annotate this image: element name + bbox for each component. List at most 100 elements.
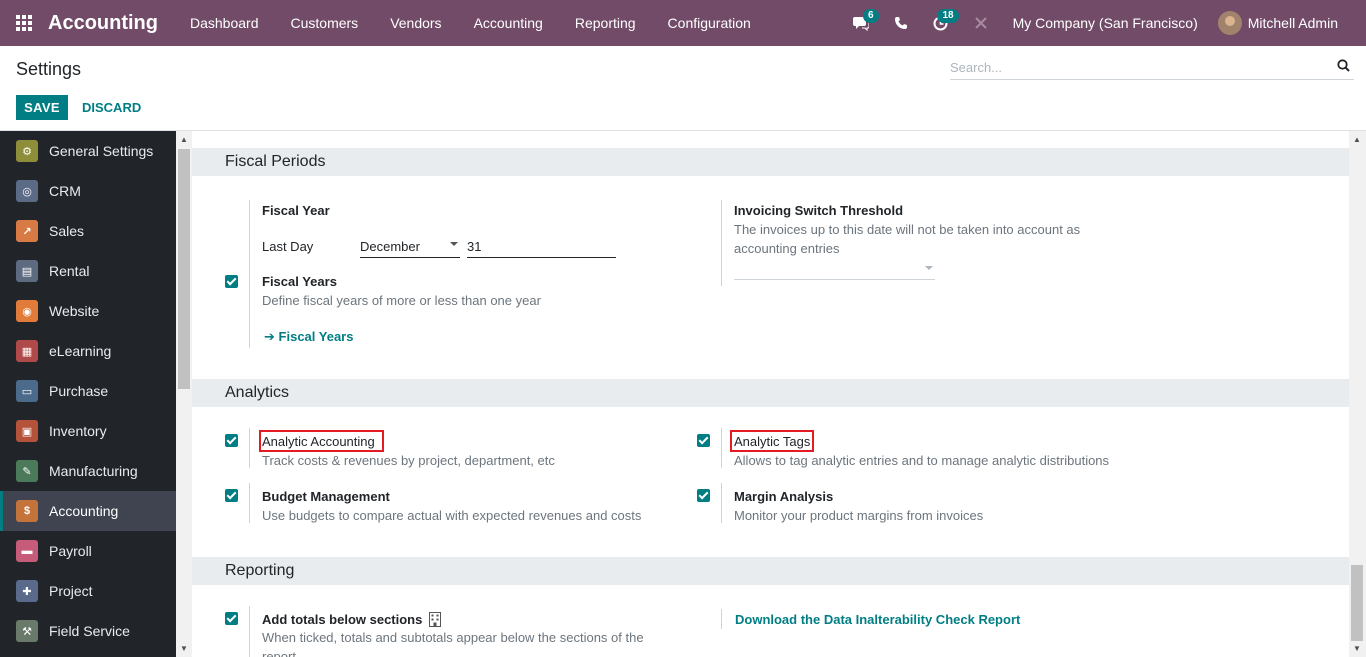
page-title: Settings [16, 59, 82, 79]
control-panel: Settings SAVE DISCARD [0, 46, 1366, 131]
scroll-up-icon[interactable]: ▲ [180, 135, 188, 144]
totals-below-sections-checkbox[interactable] [225, 612, 238, 625]
threshold-desc: The invoices up to this date will not be… [734, 222, 1081, 256]
sidebar-item-elearning[interactable]: ▦ eLearning [0, 331, 176, 371]
menu-dashboard[interactable]: Dashboard [174, 0, 275, 46]
user-menu[interactable]: Mitchell Admin [1217, 11, 1366, 35]
scrollbar-thumb[interactable] [178, 149, 190, 389]
fiscal-years-link[interactable]: ➔ Fiscal Years [264, 329, 353, 345]
analytic-accounting-checkbox[interactable] [225, 434, 238, 447]
project-app-icon: ✚ [16, 580, 38, 602]
divider [721, 200, 722, 286]
analytic-tags-checkbox[interactable] [697, 434, 710, 447]
analytic-accounting-desc: Track costs & revenues by project, depar… [262, 453, 555, 468]
menu-vendors[interactable]: Vendors [374, 0, 457, 46]
sidebar-item-accounting[interactable]: $ Accounting [0, 491, 176, 531]
menu-configuration[interactable]: Configuration [652, 0, 767, 46]
threshold-title: Invoicing Switch Threshold [734, 203, 904, 218]
section-header-analytics: Analytics [192, 379, 1349, 407]
scroll-down-icon[interactable]: ▼ [1353, 644, 1361, 653]
messages-icon[interactable]: 6 [841, 0, 881, 46]
budget-management-title: Budget Management [262, 489, 390, 504]
divider [249, 428, 250, 468]
inventory-app-icon: ▣ [16, 420, 38, 442]
sidebar-item-label: eLearning [49, 343, 112, 359]
discard-button[interactable]: DISCARD [76, 95, 147, 120]
search-icon[interactable] [1337, 59, 1350, 75]
sidebar-item-sales[interactable]: ↗ Sales [0, 211, 176, 251]
payroll-app-icon: ▬ [16, 540, 38, 562]
content-scrollbar[interactable]: ▲ ▼ [1349, 131, 1366, 657]
website-app-icon: ◉ [16, 300, 38, 322]
apps-menu-icon[interactable] [0, 0, 48, 46]
sidebar-item-label: Field Service [49, 623, 130, 639]
company-switcher[interactable]: My Company (San Francisco) [1001, 15, 1218, 31]
day-value: 31 [467, 239, 482, 254]
user-name: Mitchell Admin [1247, 15, 1338, 31]
arrow-right-icon: ➔ [264, 329, 275, 344]
avatar [1217, 11, 1242, 35]
sidebar-item-label: Payroll [49, 543, 92, 559]
accounting-app-icon: $ [16, 500, 38, 522]
threshold-date-input[interactable] [734, 261, 935, 280]
divider [721, 609, 722, 629]
activities-badge: 18 [937, 9, 959, 23]
sidebar-item-label: Manufacturing [49, 463, 138, 479]
sidebar-item-label: Sales [49, 223, 85, 239]
sidebar-item-label: Rental [49, 263, 90, 279]
download-inalterability-report-link[interactable]: Download the Data Inalterability Check R… [735, 612, 1020, 627]
menu-customers[interactable]: Customers [275, 0, 375, 46]
analytic-tags-desc: Allows to tag analytic entries and to ma… [734, 453, 1110, 468]
sidebar-item-crm[interactable]: ◎ CRM [0, 171, 176, 211]
divider [249, 606, 250, 657]
fiscal-years-checkbox[interactable] [225, 275, 238, 288]
activities-icon[interactable]: 18 [921, 0, 961, 46]
sidebar-item-label: CRM [49, 183, 81, 199]
settings-sidebar: ⚙ General Settings ◎ CRM ↗ Sales ▤ Rental ◉ Websi… [0, 131, 176, 657]
sidebar-item-inventory[interactable]: ▣ Inventory [0, 411, 176, 451]
divider [249, 200, 250, 348]
top-navbar: Accounting Dashboard Customers Vendors A… [0, 0, 1366, 46]
general-settings-app-icon: ⚙ [16, 140, 38, 162]
last-day-input[interactable]: 31 [467, 237, 616, 258]
totals-below-sections-desc: When ticked, totals and subtotals appear… [262, 630, 644, 657]
highlight-box [730, 430, 814, 452]
sidebar-item-website[interactable]: ◉ Website [0, 291, 176, 331]
budget-management-checkbox[interactable] [225, 489, 238, 502]
month-value: December [360, 239, 420, 254]
section-header-reporting: Reporting [192, 557, 1349, 585]
app-title[interactable]: Accounting [48, 12, 158, 35]
sidebar-item-project[interactable]: ✚ Project [0, 571, 176, 611]
sidebar-item-manufacturing[interactable]: ✎ Manufacturing [0, 451, 176, 491]
budget-management-desc: Use budgets to compare actual with expec… [262, 508, 642, 523]
sidebar-scrollbar[interactable]: ▲ ▼ [176, 131, 192, 657]
menu-reporting[interactable]: Reporting [559, 0, 652, 46]
save-button[interactable]: SAVE [16, 95, 68, 120]
search-input[interactable] [950, 60, 1330, 75]
chevron-down-icon [925, 266, 933, 270]
scroll-up-icon[interactable]: ▲ [1353, 135, 1361, 144]
last-day-label: Last Day [262, 239, 314, 254]
scrollbar-thumb[interactable] [1351, 565, 1363, 641]
sidebar-item-purchase[interactable]: ▭ Purchase [0, 371, 176, 411]
sales-app-icon: ↗ [16, 220, 38, 242]
sidebar-item-label: Inventory [49, 423, 107, 439]
scroll-down-icon[interactable]: ▼ [180, 644, 188, 653]
field-service-app-icon: ⚒ [16, 620, 38, 642]
sidebar-item-label: Purchase [49, 383, 109, 399]
last-day-month-select[interactable]: December [360, 237, 460, 258]
sidebar-item-rental[interactable]: ▤ Rental [0, 251, 176, 291]
menu-accounting[interactable]: Accounting [458, 0, 559, 46]
sidebar-item-label: General Settings [49, 143, 154, 159]
section-header-fiscal-periods: Fiscal Periods [192, 148, 1349, 176]
sidebar-item-field-service[interactable]: ⚒ Field Service [0, 611, 176, 651]
tools-icon[interactable] [961, 0, 1001, 46]
phone-icon[interactable] [881, 0, 921, 46]
sidebar-item-payroll[interactable]: ▬ Payroll [0, 531, 176, 571]
margin-analysis-title: Margin Analysis [734, 489, 834, 504]
fiscal-years-title: Fiscal Years [262, 274, 337, 289]
margin-analysis-checkbox[interactable] [697, 489, 710, 502]
fiscal-years-desc: Define fiscal years of more or less than… [262, 293, 541, 308]
rental-app-icon: ▤ [16, 260, 38, 282]
sidebar-item-general-settings[interactable]: ⚙ General Settings [0, 131, 176, 171]
